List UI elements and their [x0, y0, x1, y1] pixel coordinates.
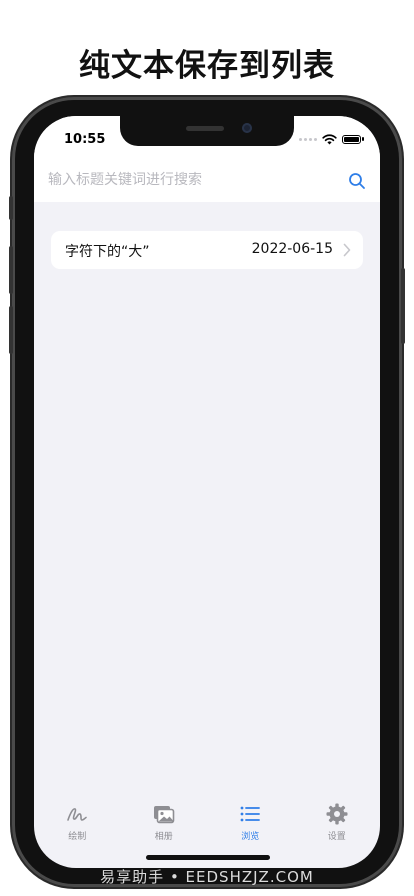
- draw-icon: [67, 808, 88, 821]
- watermark: 易享助手 • EEDSHZJZ.COM: [100, 868, 314, 886]
- tab-label: 绘制: [68, 832, 87, 842]
- phone-volume-down-button: [9, 306, 13, 354]
- tab-browse[interactable]: 浏览: [207, 796, 294, 848]
- tab-settings[interactable]: 设置: [294, 796, 381, 848]
- search-bar: [34, 160, 380, 202]
- search-input[interactable]: [48, 166, 338, 194]
- tab-label: 相册: [154, 832, 173, 842]
- album-icon: [153, 806, 175, 824]
- list-item[interactable]: 字符下的“大” 2022-06-15: [51, 231, 363, 269]
- list-item-date: 2022-06-15: [251, 241, 333, 257]
- speaker: [186, 126, 224, 131]
- signal-dots-icon: [299, 137, 317, 141]
- gear-icon: [326, 803, 348, 825]
- search-icon[interactable]: [348, 172, 366, 190]
- status-icons: [299, 133, 364, 145]
- status-time: 10:55: [64, 132, 106, 147]
- tab-draw[interactable]: 绘制: [34, 796, 121, 848]
- phone-power-button: [401, 268, 405, 344]
- tab-album[interactable]: 相册: [121, 796, 208, 848]
- phone-volume-up-button: [9, 246, 13, 294]
- status-bar: 10:55: [34, 116, 380, 160]
- front-camera: [242, 123, 252, 133]
- chevron-right-icon: [343, 243, 351, 257]
- phone-side-button: [9, 196, 13, 220]
- tab-bar: 绘制 相册 浏览 设置: [34, 796, 380, 848]
- list-icon: [240, 806, 261, 822]
- app-screen: 10:55 字符下的“大” 2022-06-15: [34, 116, 380, 868]
- battery-icon: [342, 134, 361, 144]
- wifi-icon: [322, 133, 337, 144]
- tab-label: 浏览: [241, 832, 260, 842]
- home-indicator[interactable]: [146, 855, 270, 860]
- list-item-title: 字符下的“大”: [65, 244, 150, 260]
- notch: [120, 116, 294, 146]
- battery-cap: [362, 137, 364, 141]
- promo-headline: 纯文本保存到列表: [79, 48, 335, 84]
- tab-label: 设置: [327, 832, 346, 842]
